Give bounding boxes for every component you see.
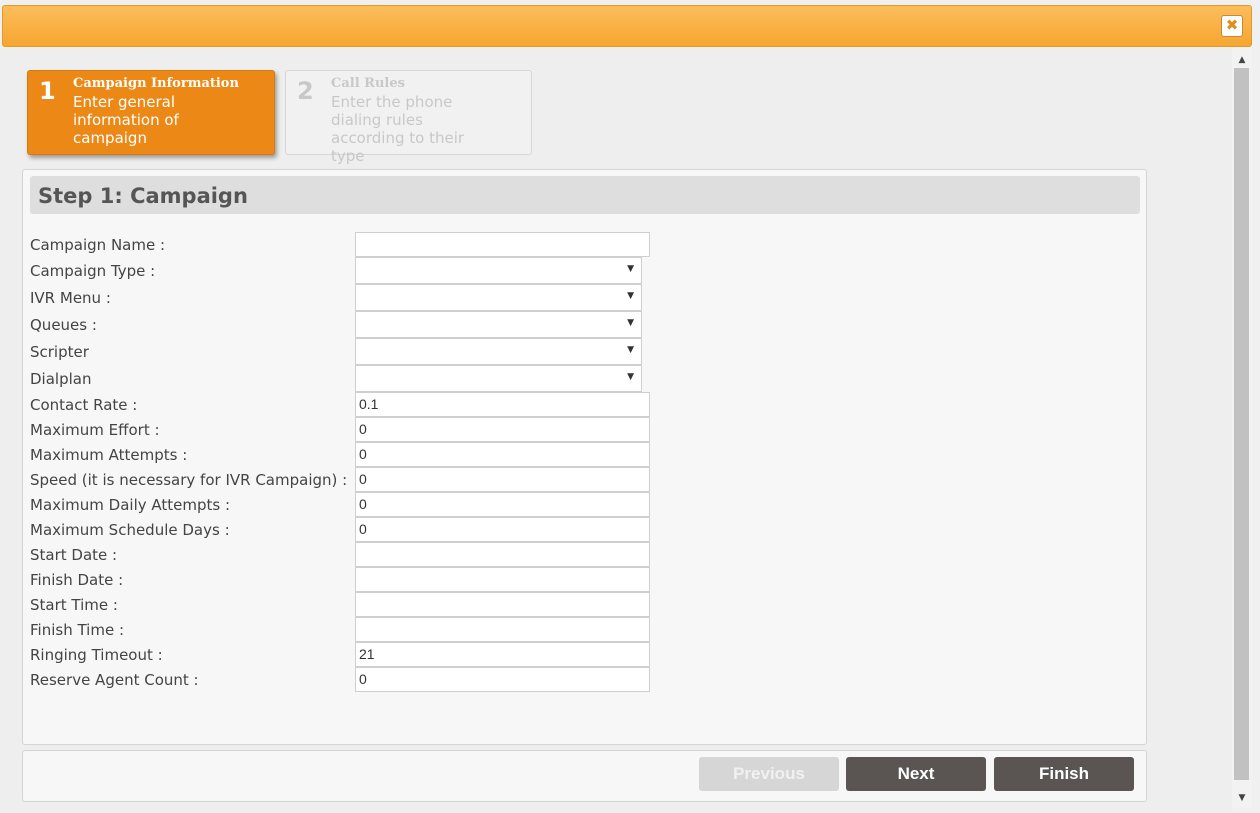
chevron-down-icon: ▼	[627, 264, 634, 274]
campaign-name-label: Campaign Name :	[30, 236, 166, 254]
maximum-daily-attempts-label: Maximum Daily Attempts :	[30, 496, 231, 514]
maximum-attempts-label: Maximum Attempts :	[30, 446, 188, 464]
scroll-up-arrow-icon[interactable]: ▲	[1232, 52, 1252, 68]
step-title: Call Rules	[331, 76, 405, 91]
chevron-down-icon: ▼	[627, 318, 634, 328]
step-description: Enter the phone dialing rules according …	[331, 93, 465, 165]
wizard-step-call-rules[interactable]: 2 Call Rules Enter the phone dialing rul…	[285, 70, 532, 165]
start-date-label: Start Date :	[30, 546, 118, 564]
scrollbar-thumb[interactable]	[1234, 68, 1249, 780]
start-date-input[interactable]	[355, 542, 650, 567]
scroll-down-arrow-icon[interactable]: ▼	[1232, 790, 1252, 806]
chevron-down-icon: ▼	[627, 345, 634, 355]
dialplan-select[interactable]: ▼	[355, 365, 642, 392]
queues-select[interactable]: ▼	[355, 311, 642, 338]
maximum-daily-attempts-input[interactable]: 0	[355, 492, 650, 517]
reserve-agent-count-input[interactable]: 0	[355, 667, 650, 692]
finish-date-label: Finish Date :	[30, 571, 124, 589]
vertical-scrollbar[interactable]: ▲ ▼	[1232, 48, 1252, 808]
chevron-down-icon: ▼	[627, 291, 634, 301]
dialog-titlebar: ✖	[2, 5, 1252, 47]
finish-date-input[interactable]	[355, 567, 650, 592]
maximum-schedule-days-input[interactable]: 0	[355, 517, 650, 542]
finish-time-label: Finish Time :	[30, 621, 124, 639]
maximum-attempts-input[interactable]: 0	[355, 442, 650, 467]
speed-input[interactable]: 0	[355, 467, 650, 492]
ringing-timeout-input[interactable]: 21	[355, 642, 650, 667]
contact-rate-input[interactable]: 0.1	[355, 392, 650, 417]
ringing-timeout-label: Ringing Timeout :	[30, 646, 163, 664]
campaign-name-input[interactable]	[355, 232, 650, 257]
previous-button[interactable]: Previous	[699, 757, 839, 791]
chevron-down-icon: ▼	[627, 372, 634, 382]
scripter-label: Scripter	[30, 343, 89, 361]
ivr-menu-select[interactable]: ▼	[355, 284, 642, 311]
panel-header: Step 1: Campaign	[30, 176, 1140, 214]
reserve-agent-count-label: Reserve Agent Count :	[30, 671, 199, 689]
queues-label: Queues :	[30, 316, 97, 334]
finish-time-input[interactable]	[355, 617, 650, 642]
maximum-schedule-days-label: Maximum Schedule Days :	[30, 521, 230, 539]
campaign-type-label: Campaign Type :	[30, 262, 156, 280]
contact-rate-label: Contact Rate :	[30, 396, 138, 414]
finish-button[interactable]: Finish	[994, 757, 1134, 791]
campaign-type-select[interactable]: ▼	[355, 257, 642, 284]
maximum-effort-input[interactable]: 0	[355, 417, 650, 442]
start-time-input[interactable]	[355, 592, 650, 617]
start-time-label: Start Time :	[30, 596, 118, 614]
step-description: Enter general information of campaign	[73, 93, 179, 147]
scripter-select[interactable]: ▼	[355, 338, 642, 365]
wizard-step-campaign-information[interactable]: 1 Campaign Information Enter general inf…	[27, 70, 275, 155]
ivr-menu-label: IVR Menu :	[30, 289, 111, 307]
panel-title: Step 1: Campaign	[38, 184, 248, 208]
step-number: 2	[297, 77, 314, 105]
step-number: 1	[39, 77, 56, 105]
step-title: Campaign Information	[73, 76, 239, 91]
close-icon[interactable]: ✖	[1221, 15, 1243, 37]
speed-label: Speed (it is necessary for IVR Campaign)…	[30, 471, 348, 489]
dialplan-label: Dialplan	[30, 370, 92, 388]
maximum-effort-label: Maximum Effort :	[30, 421, 160, 439]
next-button[interactable]: Next	[846, 757, 986, 791]
